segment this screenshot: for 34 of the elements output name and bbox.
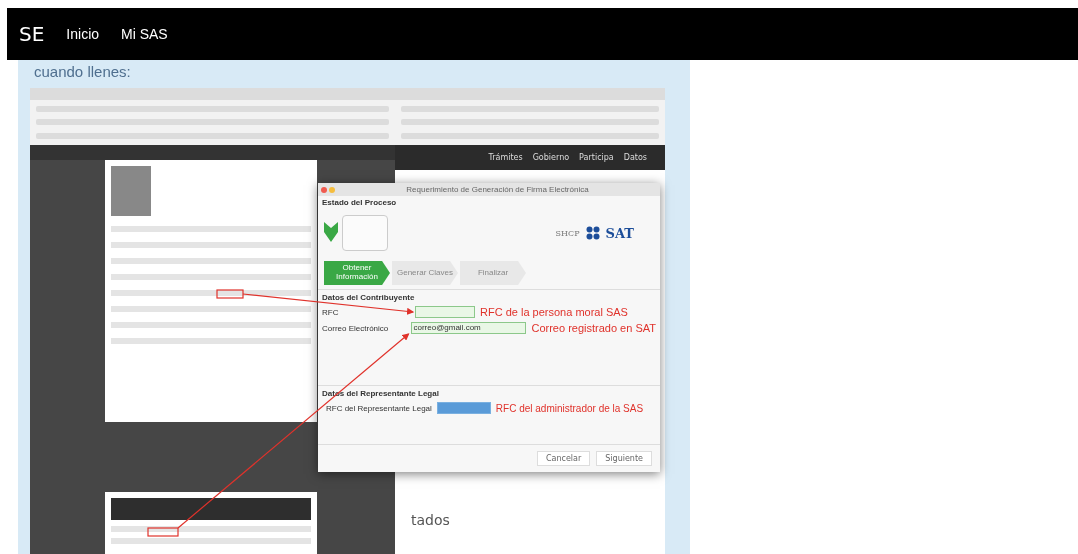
highlight-frame: [147, 527, 179, 537]
dialog-button[interactable]: Siguiente: [596, 451, 652, 466]
site-menu-item[interactable]: Datos: [623, 153, 647, 162]
field-label: Correo Electrónico: [322, 323, 389, 333]
process-step: Obtener Información: [324, 261, 390, 285]
highlight-frame: [216, 289, 244, 299]
process-step: Generar Claves: [392, 261, 458, 285]
logo-icon: [585, 226, 600, 240]
logo-text: SHCP: [555, 228, 580, 238]
input-field[interactable]: correo@gmail.com: [410, 322, 527, 334]
input-field[interactable]: [436, 402, 491, 414]
shield-icon: [324, 222, 338, 244]
annotation-text: RFC del administrador de la SAS: [495, 402, 644, 414]
annotation-text: RFC de la persona moral SAS: [480, 306, 628, 318]
site-menu-item[interactable]: Trámites: [488, 153, 523, 162]
nav-link[interactable]: Mi SAS: [121, 26, 168, 42]
site-menu-item[interactable]: Participa: [579, 153, 614, 162]
brand-link[interactable]: SE: [19, 22, 45, 46]
site-menu-item[interactable]: Gobierno: [532, 153, 570, 162]
window-controls-icon: [321, 186, 335, 193]
logo-text: SAT: [605, 225, 634, 241]
annotation-text: Correo registrado en SAT: [531, 322, 656, 334]
section-title: Estado del Proceso: [321, 197, 398, 209]
process-step: Finalizar: [460, 261, 526, 285]
section-title: Datos del Contribuyente: [322, 293, 418, 302]
dialog-button[interactable]: Cancelar: [536, 451, 591, 466]
input-field[interactable]: [415, 306, 475, 318]
field-label: RFC: [322, 307, 339, 317]
dialog-title: Requerimiento de Generación de Firma Electrónica: [405, 185, 590, 194]
nav-link[interactable]: Inicio: [66, 26, 100, 42]
intro-text: cuando llenes:: [33, 62, 132, 82]
page-heading: tados: [411, 512, 450, 528]
field-label: RFC del Representante Legal: [326, 403, 432, 413]
info-card: [342, 215, 388, 251]
